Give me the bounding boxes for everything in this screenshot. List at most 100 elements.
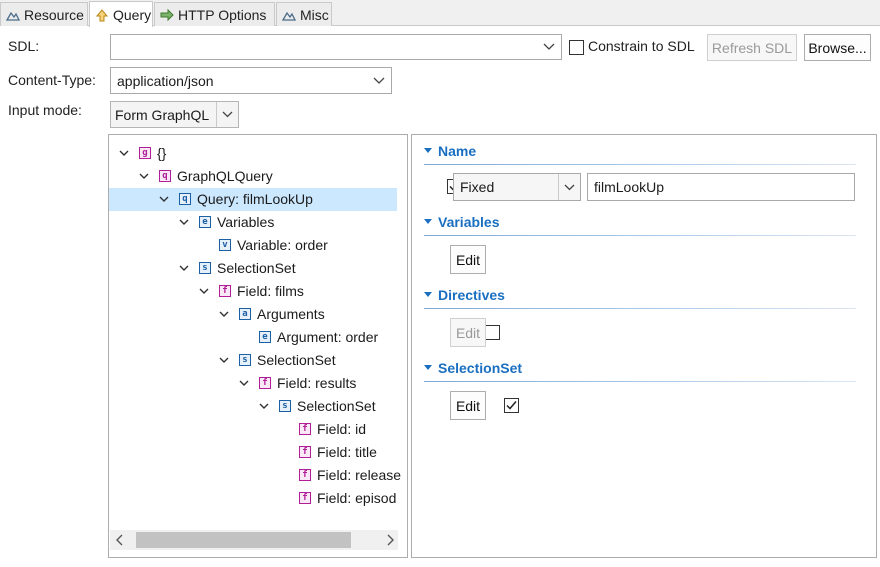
tree-node-label: Field: release [317,467,402,483]
content-type-label: Content-Type: [8,72,96,88]
tree-node-label: Argument: order [277,329,379,345]
tab-http-options[interactable]: HTTP Options [154,2,275,26]
tree-node-label: SelectionSet [257,352,336,368]
tree-node[interactable]: e Variables [109,211,397,234]
node-badge-icon: q [179,193,191,205]
selectionset-heading: SelectionSet [438,360,523,376]
tab-query[interactable]: Query [89,1,153,27]
selectionset-enabled-checkbox[interactable] [503,398,519,413]
variables-section-header[interactable]: Variables [424,214,500,230]
tree-node[interactable]: s SelectionSet [109,257,397,280]
tab-http-options-label: HTTP Options [178,6,267,23]
tab-query-label: Query [113,6,152,23]
scroll-right-icon[interactable] [386,534,394,546]
tree-node[interactable]: f Field: title [109,441,397,464]
sdl-label: SDL: [8,38,40,54]
node-badge-icon: s [239,354,251,366]
tree-node[interactable]: f Field: id [109,418,397,441]
directives-enabled-checkbox[interactable] [484,325,500,340]
query-icon [94,7,110,23]
directives-heading: Directives [438,287,505,303]
name-section-header[interactable]: Name [424,143,476,159]
chevron-down-icon [159,196,169,202]
tree-node[interactable]: q GraphQLQuery [109,165,397,188]
tree-node-label: SelectionSet [217,260,296,276]
node-badge-icon: f [259,377,271,389]
selectionset-edit-button[interactable]: Edit [450,391,486,420]
variables-edit-button[interactable]: Edit [450,245,486,274]
tree-node[interactable]: g {} [109,142,397,165]
chevron-down-icon [199,288,209,294]
chevron-down-icon [219,311,229,317]
tree-node[interactable]: s SelectionSet [109,349,397,372]
tree-node-selected[interactable]: q Query: filmLookUp [109,188,397,211]
collapse-icon [424,148,432,153]
node-badge-icon: f [299,446,311,458]
chevron-down-icon [564,184,575,190]
name-mode-value: Fixed [460,179,495,195]
directives-edit-button[interactable]: Edit [450,318,486,347]
chevron-down-icon [179,219,189,225]
node-badge-icon: e [259,331,271,343]
node-badge-icon: s [279,400,291,412]
refresh-sdl-button[interactable]: Refresh SDL [707,34,797,61]
tree-node-label: SelectionSet [297,398,376,414]
node-badge-icon: v [219,239,231,251]
node-badge-icon: f [299,469,311,481]
tree-node-label: Field: results [277,375,357,391]
chevron-down-icon [259,403,269,409]
node-badge-icon: a [239,308,251,320]
tree-node[interactable]: v Variable: order [109,234,397,257]
node-badge-icon: f [299,423,311,435]
scroll-left-icon[interactable] [116,534,124,546]
tree-node[interactable]: f Field: release [109,464,401,487]
browse-button[interactable]: Browse... [804,34,871,61]
chevron-down-icon [119,150,129,156]
collapse-icon [424,292,432,297]
node-badge-icon: f [219,285,231,297]
tab-misc-label: Misc [300,6,329,23]
chevron-down-icon [543,43,555,50]
tree-node-label: GraphQLQuery [177,168,273,184]
node-badge-icon: e [199,216,211,228]
section-divider [424,381,856,382]
chevron-down-icon [219,357,229,363]
content-type-value: application/json [117,72,214,89]
tree-node[interactable]: a Arguments [109,303,397,326]
tree-node[interactable]: f Field: episod [109,487,397,510]
tree-node[interactable]: f Field: films [109,280,397,303]
collapse-icon [424,219,432,224]
tab-resource[interactable]: Resource [0,2,88,26]
input-mode-select[interactable]: Form GraphQL [110,101,239,128]
tree-node[interactable]: f Field: results [109,372,397,395]
tree-node-label: Query: filmLookUp [197,191,313,207]
tree-node-label: Variables [217,214,275,230]
constrain-checkbox[interactable] [569,40,584,55]
directives-section-header[interactable]: Directives [424,287,505,303]
tree-node[interactable]: s SelectionSet [109,395,397,418]
misc-icon [281,7,297,23]
chevron-down-icon [139,173,149,179]
node-badge-icon: f [299,492,311,504]
variables-heading: Variables [438,214,500,230]
tab-misc[interactable]: Misc [276,2,332,26]
selectionset-section-header[interactable]: SelectionSet [424,360,522,376]
tree-node[interactable]: e Argument: order [109,326,397,349]
collapse-icon [424,365,432,370]
input-mode-label: Input mode: [8,102,82,118]
scrollbar-thumb[interactable] [136,532,351,548]
node-badge-icon: s [199,262,211,274]
sdl-combo[interactable] [110,34,562,60]
http-options-icon [159,7,175,23]
name-mode-combo[interactable]: Fixed [453,173,581,201]
chevron-down-icon [239,380,249,386]
tree-node-label: Field: title [317,444,377,460]
chevron-down-icon [222,111,233,118]
name-value-field[interactable]: filmLookUp [587,173,855,201]
section-divider [424,164,856,165]
chevron-down-icon [373,77,385,84]
section-divider [424,235,856,236]
content-type-combo[interactable]: application/json [110,67,392,94]
section-divider [424,308,856,309]
query-tree[interactable]: g {} q GraphQLQuery q Query: filmLookUp … [108,134,408,558]
